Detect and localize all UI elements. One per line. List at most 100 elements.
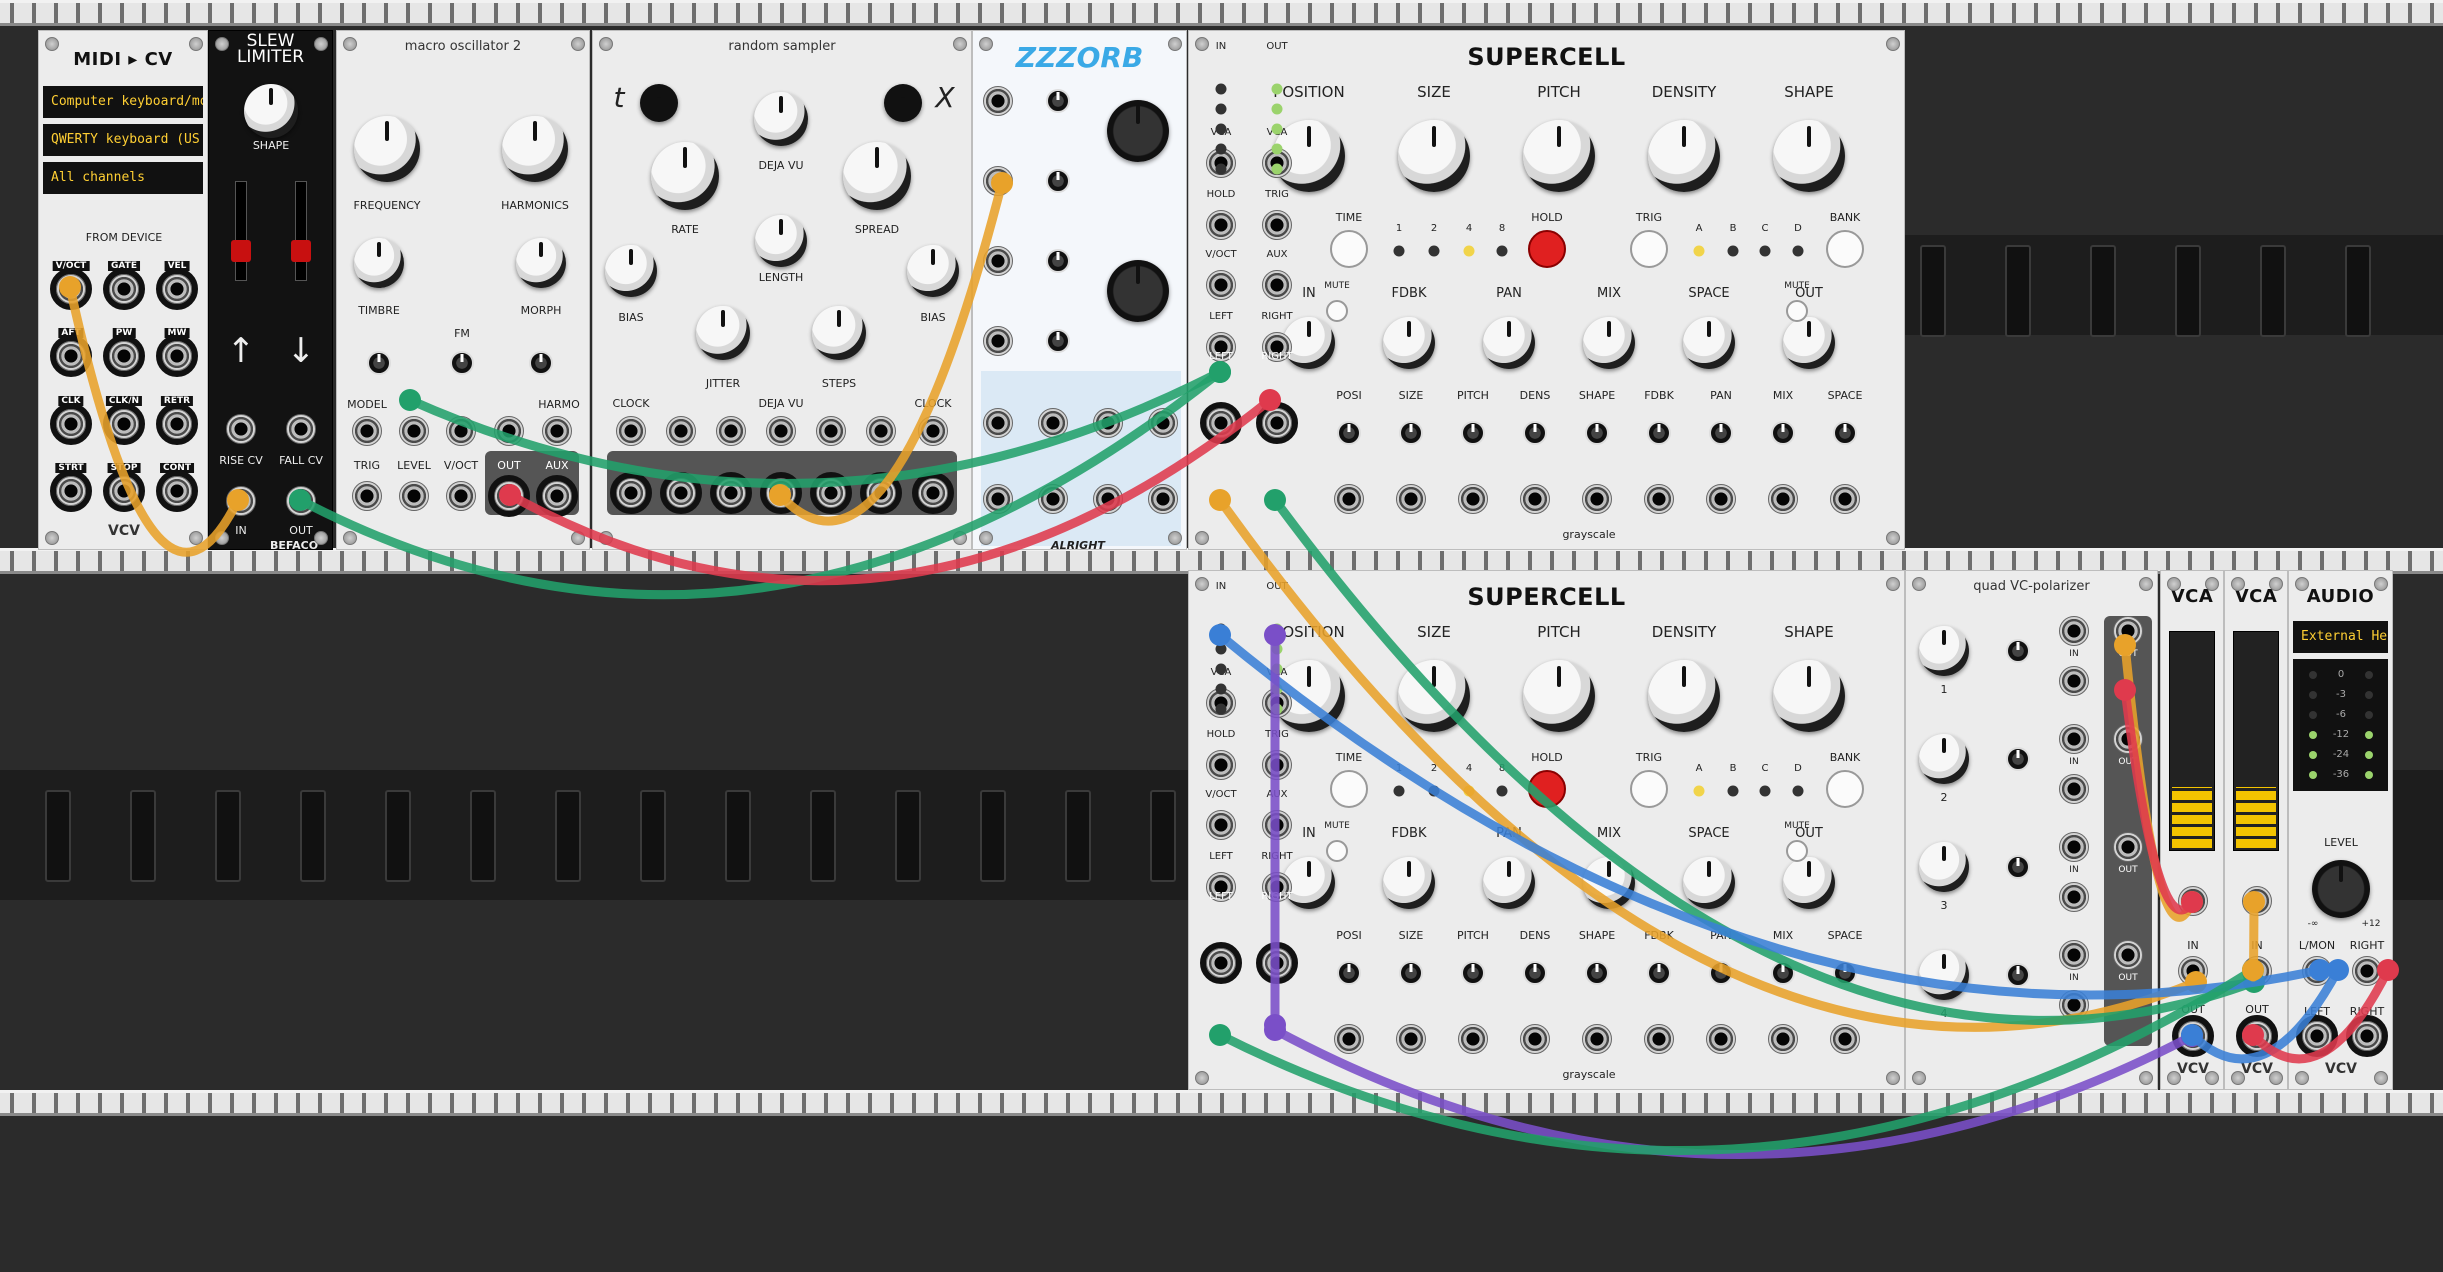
macro-model-row-jack-0[interactable]	[352, 416, 382, 446]
supercell-1-cv-pan-jack[interactable]	[1706, 484, 1736, 514]
supercell-2-cv-pan-jack[interactable]	[1706, 1024, 1736, 1054]
midi-channel-display[interactable]: All channels	[43, 162, 203, 194]
sampler-output-jack-0[interactable]	[610, 472, 652, 514]
sampler-output-jack-3[interactable]	[760, 472, 802, 514]
supercell-2-cv-mix-attn[interactable]	[1771, 961, 1795, 985]
supercell-2-bank-button[interactable]	[1826, 770, 1864, 808]
supercell-1-cv-fdbk-jack[interactable]	[1644, 484, 1674, 514]
rate-knob[interactable]	[651, 142, 719, 210]
sampler-clock-row-jack-3[interactable]	[766, 416, 796, 446]
polarizer-out-jack-3[interactable]	[2113, 940, 2143, 970]
supercell-1-mix-small-knob[interactable]	[1583, 317, 1635, 369]
audio-left-out-jack[interactable]	[2296, 1015, 2338, 1057]
slew-out-jack[interactable]	[286, 486, 316, 516]
vca-1-in-jack[interactable]	[2178, 956, 2208, 986]
supercell-1-io-trig-jack-5[interactable]	[1262, 210, 1292, 240]
midi-stop-jack[interactable]	[103, 470, 145, 512]
zzzorb-bottom-jack-b-0[interactable]	[983, 484, 1013, 514]
supercell-2-cv-fdbk-attn[interactable]	[1647, 961, 1671, 985]
zzzorb-attn-knob-3[interactable]	[1046, 329, 1070, 353]
midi-gate-jack[interactable]	[103, 268, 145, 310]
fall-slider[interactable]	[291, 181, 311, 281]
supercell-1-cv-size-attn[interactable]	[1399, 421, 1423, 445]
rise-cv-jack[interactable]	[226, 414, 256, 444]
audio-device-display[interactable]: External Hea	[2293, 621, 2388, 653]
supercell-1-shape-knob[interactable]	[1773, 120, 1845, 192]
supercell-1-density-knob[interactable]	[1648, 120, 1720, 192]
zzzorb-in-jack-1[interactable]	[983, 166, 1013, 196]
zzzorb-attn-knob-2[interactable]	[1046, 249, 1070, 273]
polarizer-cv-jack-1[interactable]	[2059, 724, 2089, 754]
sampler-clock-row-jack-1[interactable]	[666, 416, 696, 446]
audio-right-in-jack[interactable]	[2352, 956, 2382, 986]
supercell-1-space-small-knob[interactable]	[1683, 317, 1735, 369]
polarizer-cv-jack-0[interactable]	[2059, 616, 2089, 646]
supercell-1-cv-dens-attn[interactable]	[1523, 421, 1547, 445]
supercell-1-cv-fdbk-attn[interactable]	[1647, 421, 1671, 445]
midi-device-display[interactable]: QWERTY keyboard (US	[43, 124, 203, 156]
polarizer-attn-1[interactable]	[2006, 747, 2030, 771]
sampler-output-jack-2[interactable]	[710, 472, 752, 514]
supercell-2-pitch-knob[interactable]	[1523, 660, 1595, 732]
supercell-2-hold-button[interactable]	[1528, 770, 1566, 808]
midi-clkn-jack[interactable]	[103, 403, 145, 445]
supercell-1-cv-pan-attn[interactable]	[1709, 421, 1733, 445]
supercell-2-shape-knob[interactable]	[1773, 660, 1845, 732]
supercell-1-cv-shape-jack[interactable]	[1582, 484, 1612, 514]
zzzorb-main-knob-2[interactable]	[1107, 260, 1169, 322]
supercell-1-fdbk-small-knob[interactable]	[1383, 317, 1435, 369]
zzzorb-bottom-jack-a-2[interactable]	[1093, 408, 1123, 438]
zzzorb-main-knob-0[interactable]	[1107, 100, 1169, 162]
supercell-2-space-small-knob[interactable]	[1683, 857, 1735, 909]
supercell-2-fdbk-small-knob[interactable]	[1383, 857, 1435, 909]
supercell-1-out-small-knob[interactable]	[1783, 317, 1835, 369]
supercell-2-cv-size-attn[interactable]	[1399, 961, 1423, 985]
zzzorb-bottom-jack-b-2[interactable]	[1093, 484, 1123, 514]
polarizer-in-jack-0[interactable]	[2059, 666, 2089, 696]
supercell-1-hold-button[interactable]	[1528, 230, 1566, 268]
polarizer-attn-3[interactable]	[2006, 963, 2030, 987]
vca-1-out-jack[interactable]	[2172, 1015, 2214, 1057]
supercell-2-cv-size-jack[interactable]	[1396, 1024, 1426, 1054]
midi-pw-jack[interactable]	[103, 335, 145, 377]
sampler-output-jack-5[interactable]	[860, 472, 902, 514]
spread-knob[interactable]	[843, 142, 911, 210]
supercell-1-cv-dens-jack[interactable]	[1520, 484, 1550, 514]
supercell-2-io-hold-jack-4[interactable]	[1206, 750, 1236, 780]
sampler-output-jack-4[interactable]	[810, 472, 852, 514]
supercell-1-mute-in-button[interactable]	[1326, 300, 1348, 322]
zzzorb-bottom-jack-a-3[interactable]	[1148, 408, 1178, 438]
supercell-2-mute-in-button[interactable]	[1326, 840, 1348, 862]
supercell-1-size-knob[interactable]	[1398, 120, 1470, 192]
timbre-knob[interactable]	[354, 238, 404, 288]
bias-t-knob[interactable]	[605, 245, 657, 297]
supercell-1-pitch-knob[interactable]	[1523, 120, 1595, 192]
supercell-2-cv-pitch-attn[interactable]	[1461, 961, 1485, 985]
macro-level-jack[interactable]	[399, 481, 429, 511]
midi-aft-jack[interactable]	[50, 335, 92, 377]
zzzorb-in-jack-0[interactable]	[983, 86, 1013, 116]
slew-in-jack[interactable]	[226, 486, 256, 516]
supercell-1-cv-shape-attn[interactable]	[1585, 421, 1609, 445]
zzzorb-in-jack-2[interactable]	[983, 246, 1013, 276]
audio-right-out-jack[interactable]	[2346, 1015, 2388, 1057]
x-knob[interactable]	[884, 84, 922, 122]
supercell-2-size-knob[interactable]	[1398, 660, 1470, 732]
supercell-1-cv-space-jack[interactable]	[1830, 484, 1860, 514]
supercell-1-io-left-jack-10[interactable]	[1200, 402, 1242, 444]
fall-cv-jack[interactable]	[286, 414, 316, 444]
supercell-2-cv-posi-attn[interactable]	[1337, 961, 1361, 985]
supercell-1-io-aux-jack-7[interactable]	[1262, 270, 1292, 300]
polarizer-in-jack-3[interactable]	[2059, 990, 2089, 1020]
supercell-1-cv-space-attn[interactable]	[1833, 421, 1857, 445]
timbre-attenuverter[interactable]	[367, 351, 391, 375]
zzzorb-attn-knob-1[interactable]	[1046, 169, 1070, 193]
zzzorb-bottom-jack-b-3[interactable]	[1148, 484, 1178, 514]
t-knob[interactable]	[640, 84, 678, 122]
polarizer-cv-jack-2[interactable]	[2059, 832, 2089, 862]
supercell-1-cv-size-jack[interactable]	[1396, 484, 1426, 514]
supercell-1-cv-posi-jack[interactable]	[1334, 484, 1364, 514]
bias-x-knob[interactable]	[907, 245, 959, 297]
polarizer-knob-1[interactable]	[1919, 734, 1969, 784]
sampler-output-jack-6[interactable]	[912, 472, 954, 514]
